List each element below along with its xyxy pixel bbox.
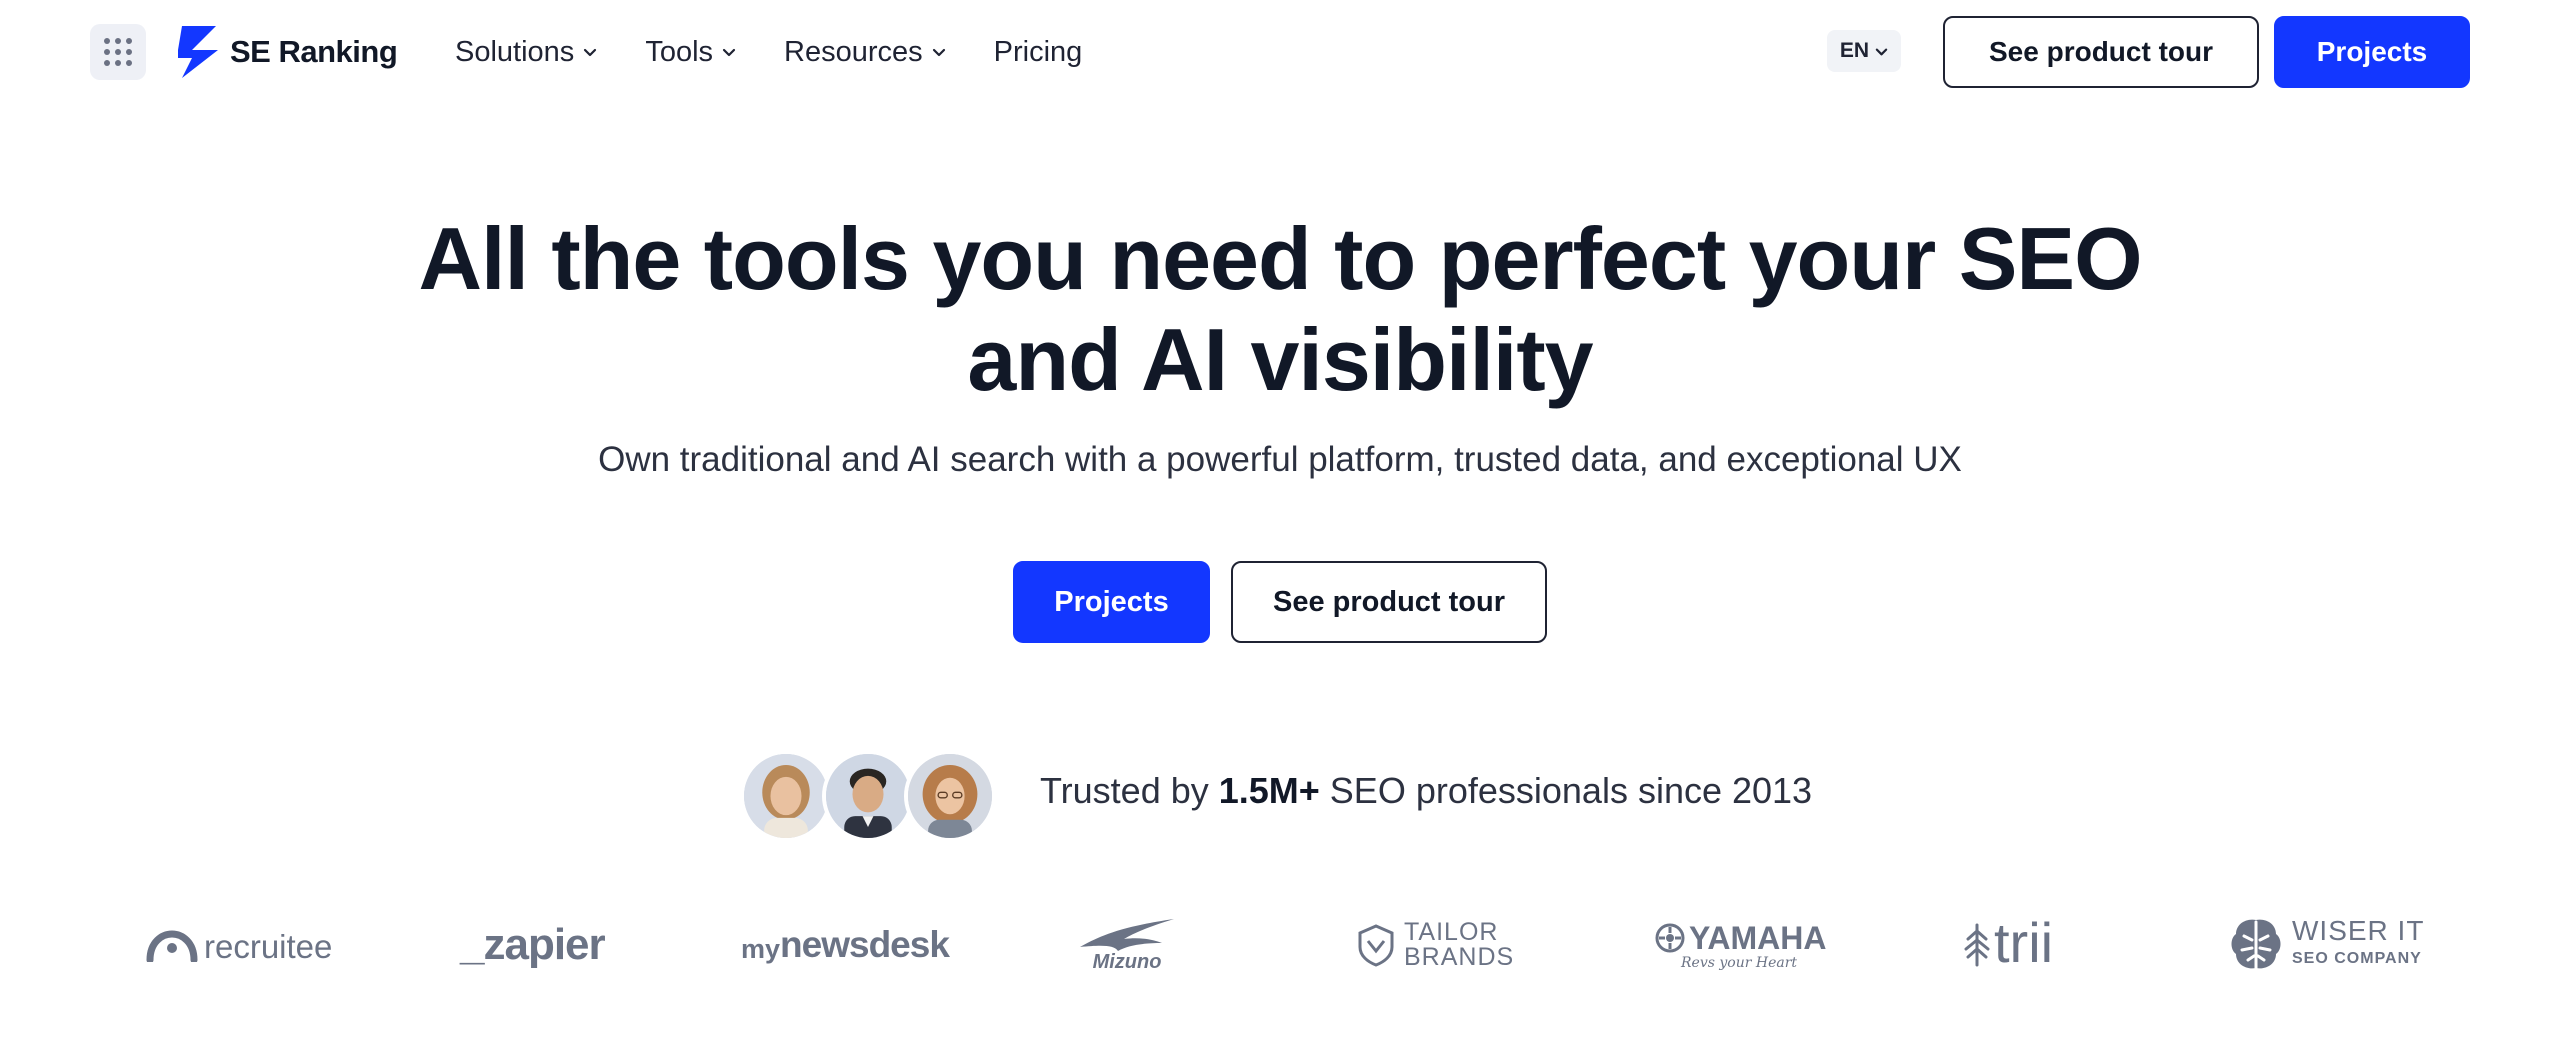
chevron-down-icon [1875,48,1888,55]
wiser-it-line1: WISER IT [2292,915,2425,946]
mizuno-runbird-icon [1080,918,1174,951]
hero-product-tour-button[interactable]: See product tour [1231,561,1547,643]
wiser-it-text: WISER IT SEO COMPANY [2292,917,2424,973]
trusted-highlight: 1.5M+ [1218,770,1320,811]
user-avatars [740,750,996,842]
yamaha-tagline: Revs your Heart [1681,954,1798,971]
language-selector[interactable]: EN [1827,30,1901,72]
header-projects-button[interactable]: Projects [2274,16,2470,88]
main-nav: Solutions Tools Resources Pricing [455,30,1130,74]
zapier-text: _zapier [460,920,606,969]
yamaha-wordmark: YAMAHA [1655,920,1827,957]
mynewsdesk-logo: my newsdesk [741,905,950,985]
nav-tools-label: Tools [645,35,714,68]
hero-projects-button[interactable]: Projects [1013,561,1210,643]
chevron-down-icon [584,48,597,57]
mynewsdesk-text: newsdesk [780,924,950,965]
mizuno-logo: Mizuno [1078,905,1176,985]
tree-icon [1964,923,1990,967]
trii-logo: trii [1962,905,2053,985]
nav-resources-label: Resources [784,35,923,68]
brain-icon [2231,919,2281,970]
yamaha-text: YAMAHA [1689,919,1827,956]
wiser-it-line2: SEO COMPANY [2292,950,2422,967]
trusted-text: Trusted by 1.5M+ SEO professionals since… [1040,770,1812,812]
chevron-down-icon [932,48,945,57]
language-label: EN [1839,39,1870,62]
recruitee-logo: recruitee [146,905,332,985]
recruitee-text: recruitee [204,928,333,965]
avatar [822,750,914,842]
avatar [904,750,996,842]
nav-solutions-label: Solutions [455,35,575,68]
client-logos: recruitee _zapier my newsdesk Mizuno TAI… [0,905,2560,985]
mizuno-text: Mizuno [1092,950,1162,973]
nav-pricing[interactable]: Pricing [994,36,1083,69]
yamaha-logo: YAMAHA Revs your Heart [1655,905,1827,985]
hero-subtitle: Own traditional and AI search with a pow… [598,440,1962,479]
hero-title: All the tools you need to perfect your S… [280,208,2280,410]
site-header: SE Ranking Solutions Tools Resources Pri… [0,0,2560,105]
nav-resources[interactable]: Resources [784,36,946,69]
mynewsdesk-my: my [741,933,781,964]
nav-pricing-label: Pricing [993,35,1083,68]
tailor-brands-text: TAILOR BRANDS [1404,920,1514,970]
tailor-brands-line2: BRANDS [1404,943,1515,971]
zapier-logo: _zapier [460,905,606,985]
site-logo[interactable]: SE Ranking [172,24,398,80]
hero-title-line2: and AI visibility [967,310,1593,409]
yamaha-tuning-fork-icon [1655,923,1685,953]
tailor-brands-icon [1358,924,1394,967]
tailor-brands-line1: TAILOR [1404,918,1499,946]
header-product-tour-button[interactable]: See product tour [1943,16,2259,88]
recruitee-icon [146,930,198,962]
apps-menu-button[interactable] [90,24,146,80]
trii-text: trii [1994,910,2054,974]
se-ranking-logo-icon [178,26,218,78]
chevron-down-icon [722,48,736,57]
nav-tools[interactable]: Tools [645,36,736,69]
hero-title-line1: All the tools you need to perfect your S… [418,209,2142,308]
grid-icon [104,38,132,66]
tailor-brands-logo: TAILOR BRANDS [1356,905,1514,985]
trusted-prefix: Trusted by [1040,770,1219,811]
avatar [740,750,832,842]
nav-solutions[interactable]: Solutions [455,36,597,69]
wiser-it-logo: WISER IT SEO COMPANY [2228,905,2424,985]
logo-text: SE Ranking [230,34,398,69]
trusted-suffix: SEO professionals since 2013 [1319,770,1813,811]
